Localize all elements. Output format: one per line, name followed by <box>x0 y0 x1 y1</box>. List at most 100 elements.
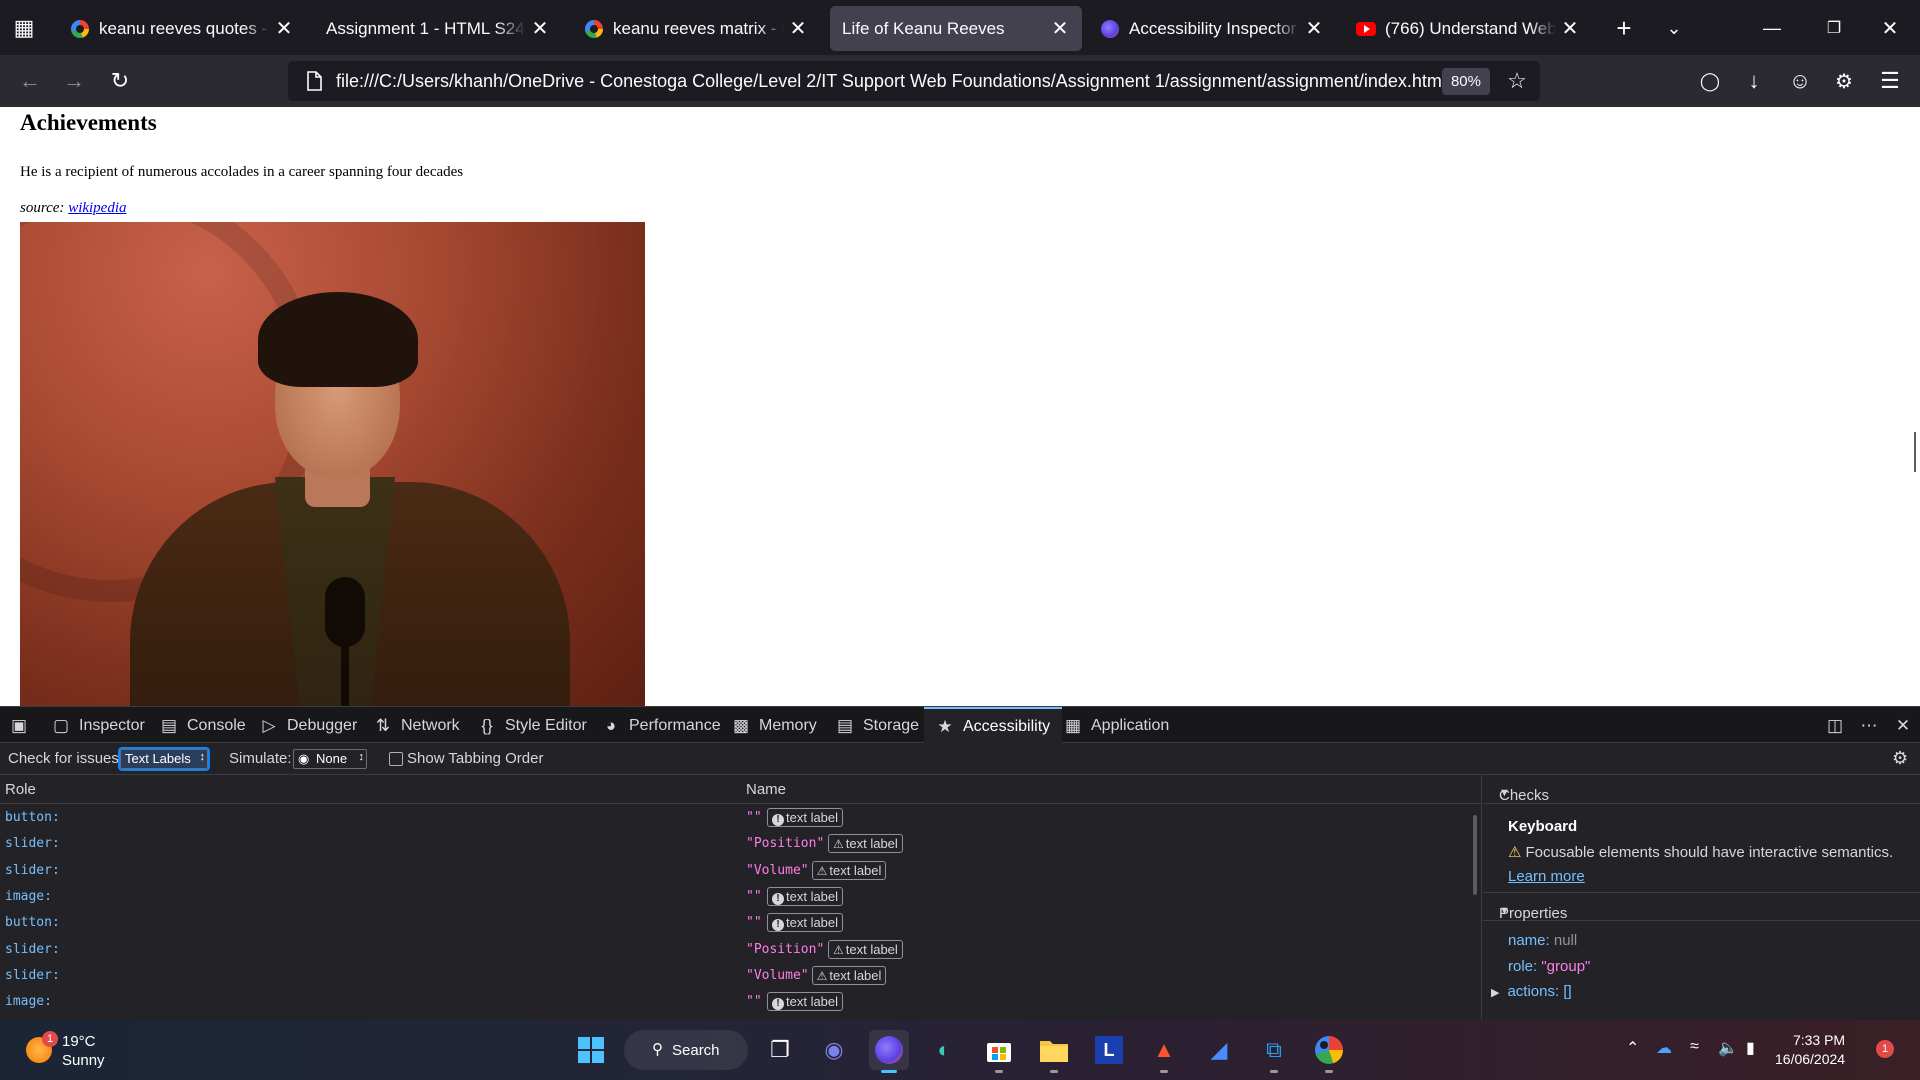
forward-icon[interactable]: → <box>56 63 92 99</box>
text-label-badge[interactable]: ⚠ text label <box>828 939 903 959</box>
tree-row[interactable]: button: "" ! text label <box>0 910 1475 936</box>
back-icon[interactable]: ← <box>12 63 48 99</box>
tabbing-order-checkbox[interactable] <box>389 752 403 766</box>
close-tab-icon[interactable]: ✕ <box>274 16 294 41</box>
tab-memory[interactable]: ▩ Memory <box>732 707 817 744</box>
tree-row[interactable]: slider: "Volume" ⚠ text label <box>0 963 1475 989</box>
minimize-icon[interactable]: — <box>1754 10 1790 46</box>
close-tab-icon[interactable]: ✕ <box>1050 16 1070 41</box>
new-tab-icon[interactable]: + <box>1606 10 1642 46</box>
tree-row[interactable]: image: "" ! text label <box>0 884 1475 910</box>
restore-icon[interactable]: ❐ <box>1816 10 1852 46</box>
tab-youtube[interactable]: (766) Understand Website Accessibility ✕ <box>1344 6 1592 51</box>
close-window-icon[interactable]: ✕ <box>1872 10 1908 46</box>
taskbar-search[interactable]: ⚲ Search <box>624 1030 748 1070</box>
menu-icon[interactable]: ☰ <box>1872 63 1908 99</box>
tab-keanu-matrix[interactable]: keanu reeves matrix - Google Search ✕ <box>572 6 820 51</box>
check-issues-select[interactable]: Text Labels <box>118 747 210 771</box>
zoom-level[interactable]: 80% <box>1441 67 1490 95</box>
close-tab-icon[interactable]: ✕ <box>530 16 550 41</box>
onedrive-icon[interactable]: ☁ <box>1656 1038 1672 1058</box>
text-label-badge[interactable]: ! text label <box>767 886 844 906</box>
row-role: button: <box>5 810 60 825</box>
wifi-icon[interactable]: ≈ <box>1690 1038 1699 1056</box>
start-icon[interactable] <box>571 1030 611 1070</box>
tab-console[interactable]: ▤ Console <box>160 707 246 744</box>
extensions-icon[interactable]: ⚙ <box>1826 63 1862 99</box>
notification-badge[interactable]: 1 <box>1876 1040 1894 1058</box>
reload-icon[interactable]: ↻ <box>102 63 138 99</box>
wikipedia-link[interactable]: wikipedia <box>68 200 126 216</box>
dock-icon[interactable]: ◫ <box>1826 707 1853 744</box>
teams-chat-icon[interactable]: ◉ <box>814 1030 854 1070</box>
tab-storage[interactable]: ▤ Storage <box>836 707 919 744</box>
name-column-header: Name <box>746 781 787 798</box>
brave-icon[interactable]: ▲ <box>1144 1030 1184 1073</box>
text-label-badge[interactable]: ⚠ text label <box>811 860 887 880</box>
battery-icon[interactable]: ▮ <box>1746 1038 1755 1058</box>
tree-row[interactable]: button: "" ! text label <box>0 805 1475 831</box>
firefox-taskbar-icon[interactable] <box>869 1030 909 1073</box>
edge-icon[interactable]: ◐ <box>924 1030 964 1070</box>
bookmark-star-icon[interactable]: ☆ <box>1500 68 1534 94</box>
screen: ▦ keanu reeves quotes - Google Search ✕ … <box>0 0 1920 1080</box>
tab-performance[interactable]: ◕ Performance <box>602 707 721 744</box>
tab-assignment-pdf[interactable]: Assignment 1 - HTML S24.pdf ✕ <box>314 6 562 51</box>
weather-widget[interactable]: 1 19°C Sunny <box>26 1031 105 1070</box>
text-label-badge[interactable]: ! text label <box>767 913 844 933</box>
pocket-icon[interactable]: ◯ <box>1692 63 1728 99</box>
close-devtools-icon[interactable]: ✕ <box>1894 707 1920 744</box>
tab-network[interactable]: ⇅ Network <box>374 707 460 744</box>
chrome-icon[interactable] <box>1309 1030 1349 1073</box>
text-label-badge[interactable]: ! text label <box>767 808 844 827</box>
learn-more-link[interactable]: Learn more <box>1508 868 1585 885</box>
close-tab-icon[interactable]: ✕ <box>1304 16 1324 41</box>
text-label-badge[interactable]: ! text label <box>767 992 844 1012</box>
blue-app-icon[interactable]: ◢ <box>1199 1030 1239 1070</box>
address-bar[interactable]: file:///C:/Users/khanh/OneDrive - Conest… <box>288 61 1540 101</box>
property-actions[interactable]: ▶ actions: [] <box>1491 983 1572 1000</box>
tab-life-of-keanu[interactable]: Life of Keanu Reeves ✕ <box>830 6 1082 51</box>
tab-accessibility[interactable]: ★ Accessibility <box>924 707 1063 744</box>
inspector-icon: ▢ <box>52 715 70 735</box>
settings-gear-icon[interactable]: ⚙ <box>1892 748 1908 769</box>
tab-style-editor[interactable]: {} Style Editor <box>478 707 587 744</box>
google-icon <box>584 19 604 39</box>
tab-debugger[interactable]: ▷ Debugger <box>260 707 357 744</box>
file-explorer-icon[interactable] <box>1034 1030 1074 1073</box>
chevron-down-icon[interactable]: ⌄ <box>1656 10 1692 46</box>
tree-scrollbar[interactable] <box>1473 815 1477 895</box>
text-label-badge[interactable]: ⚠ text label <box>811 965 887 985</box>
chevron-up-icon[interactable]: ⌃ <box>1626 1038 1639 1058</box>
row-role: button: <box>5 915 60 931</box>
url-text[interactable]: file:///C:/Users/khanh/OneDrive - Conest… <box>332 71 1442 92</box>
more-options-icon[interactable]: ⋯ <box>1860 707 1887 744</box>
tree-row[interactable]: slider: "Volume" ⚠ text label <box>0 858 1475 884</box>
properties-header[interactable]: ▼ Properties <box>1483 892 1920 922</box>
close-tab-icon[interactable]: ✕ <box>1560 16 1580 41</box>
account-icon[interactable]: ☺ <box>1782 63 1818 99</box>
tree-row[interactable]: slider: "Position" ⚠ text label <box>0 831 1475 857</box>
task-view-icon[interactable]: ❐ <box>760 1030 800 1070</box>
volume-icon[interactable]: 🔈 <box>1718 1038 1738 1058</box>
vscode-icon[interactable]: ⧉ <box>1254 1030 1294 1073</box>
accessibility-tree: Role Name button: "" ! text label slider: "Po… <box>0 775 1482 1020</box>
l-app-icon[interactable]: L <box>1089 1030 1129 1070</box>
downloads-icon[interactable]: ↓ <box>1736 63 1772 99</box>
text-label-badge[interactable]: ⚠ text label <box>828 834 903 854</box>
clock[interactable]: 7:33 PM 16/06/2024 <box>1775 1031 1845 1069</box>
tab-inspector[interactable]: ▢ Inspector <box>52 707 145 744</box>
simulate-select[interactable]: ◉ None <box>293 749 367 769</box>
microsoft-store-icon[interactable] <box>979 1030 1019 1073</box>
page-scrollbar[interactable] <box>1914 432 1916 472</box>
tab-application[interactable]: ▦ Application <box>1064 707 1169 744</box>
checks-header[interactable]: ▼ Checks <box>1483 775 1920 804</box>
tab-list-icon[interactable]: ▦ <box>6 10 42 46</box>
tab-keanu-quotes[interactable]: keanu reeves quotes - Google Search ✕ <box>58 6 306 51</box>
property-name: name: null <box>1508 932 1578 949</box>
tree-row[interactable]: image: "" ! text label <box>0 989 1475 1015</box>
element-picker-icon[interactable]: ▣ <box>10 707 37 744</box>
tab-accessibility-inspector[interactable]: Accessibility Inspector — Firefox Source… <box>1088 6 1336 51</box>
tree-row[interactable]: slider: "Position" ⚠ text label <box>0 937 1475 963</box>
close-tab-icon[interactable]: ✕ <box>788 16 808 41</box>
